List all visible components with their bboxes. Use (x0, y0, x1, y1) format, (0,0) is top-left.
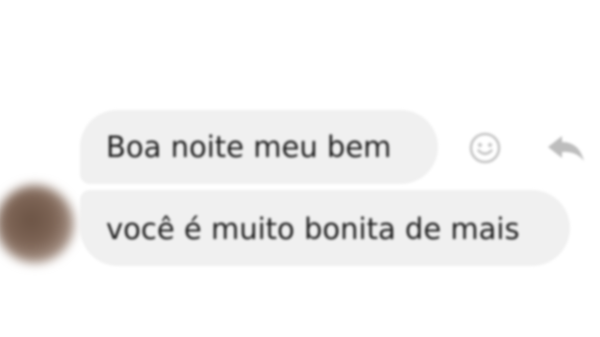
message-bubble[interactable]: Boa noite meu bem (80, 110, 438, 184)
chat-thread: Boa noite meu bem você é muito bonita de… (0, 0, 600, 337)
smiley-face-icon[interactable] (468, 131, 502, 165)
reply-arrow-icon[interactable] (545, 134, 587, 164)
sender-avatar[interactable] (0, 185, 74, 263)
message-text: você é muito bonita de mais (106, 212, 520, 246)
message-bubble[interactable]: você é muito bonita de mais (80, 190, 570, 266)
message-text: Boa noite meu bem (106, 130, 392, 164)
